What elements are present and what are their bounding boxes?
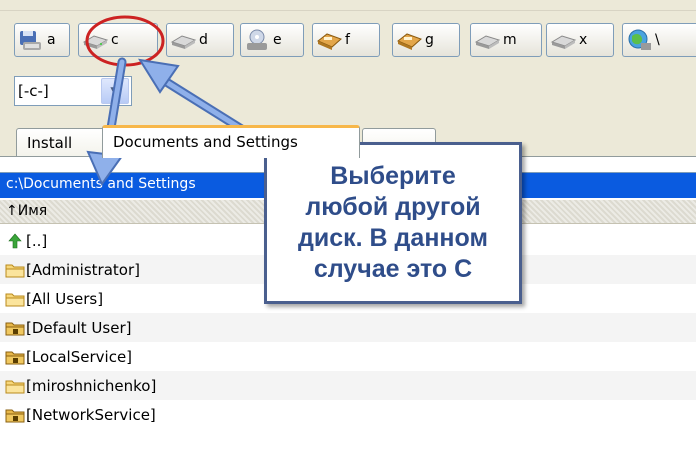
locked-folder-icon xyxy=(5,406,25,424)
drive-select[interactable]: [-c-] ▼ xyxy=(14,76,132,106)
drive-label-network: \ xyxy=(655,32,660,48)
cd-drive-icon xyxy=(243,27,271,53)
folder-icon xyxy=(5,261,25,279)
drive-label-d: d xyxy=(199,32,208,48)
folder-icon xyxy=(5,290,25,308)
hard-drive-icon xyxy=(81,27,109,53)
list-item-name: [miroshnichenko] xyxy=(26,376,157,395)
hard-drive-icon xyxy=(549,27,577,53)
floppy-drive-icon xyxy=(17,27,45,53)
list-item[interactable]: [LocalService] xyxy=(0,342,696,371)
network-icon xyxy=(625,27,653,53)
drive-label-c: c xyxy=(111,32,119,48)
list-item-name: [LocalService] xyxy=(26,347,133,366)
removable-drive-icon xyxy=(395,27,423,53)
drive-label-x: x xyxy=(579,32,588,48)
up-arrow-icon xyxy=(5,232,25,250)
list-item-name: [Default User] xyxy=(26,318,132,337)
drive-button-m[interactable]: m xyxy=(470,23,542,57)
drive-button-a[interactable]: a xyxy=(14,23,70,57)
chevron-down-icon[interactable]: ▼ xyxy=(101,78,129,104)
drive-button-g[interactable]: g xyxy=(392,23,460,57)
drive-label-g: g xyxy=(425,32,434,48)
drive-button-e[interactable]: e xyxy=(240,23,304,57)
folder-tabs: Install Documents and Settings ... xyxy=(0,118,696,158)
locked-folder-icon xyxy=(5,319,25,337)
drive-label-m: m xyxy=(503,32,517,48)
instruction-text: Выберите любой другой диск. В данном слу… xyxy=(298,162,488,283)
tab-label: Documents and Settings xyxy=(113,133,298,151)
drive-button-f[interactable]: f xyxy=(312,23,380,57)
list-item[interactable]: [NetworkService] xyxy=(0,400,696,429)
hard-drive-icon xyxy=(473,27,501,53)
list-item[interactable]: [Default User] xyxy=(0,313,696,342)
list-item-name: [..] xyxy=(26,231,48,250)
locked-folder-icon xyxy=(5,348,25,366)
drive-label-a: a xyxy=(47,32,56,48)
drive-button-network[interactable]: \ xyxy=(622,23,696,57)
drive-select-value: [-c-] xyxy=(18,82,49,100)
drive-button-d[interactable]: d xyxy=(166,23,234,57)
instruction-callout: Выберите любой другой диск. В данном слу… xyxy=(264,142,522,304)
drive-label-f: f xyxy=(345,32,350,48)
removable-drive-icon xyxy=(315,27,343,53)
drive-combo-row: [-c-] ▼ xyxy=(0,64,696,118)
drive-button-x[interactable]: x xyxy=(546,23,614,57)
tab-install[interactable]: Install xyxy=(16,128,108,158)
column-header-label: ↑Имя xyxy=(6,203,48,219)
toolbar-divider xyxy=(0,10,696,11)
list-item-name: [All Users] xyxy=(26,289,104,308)
list-item-name: [Administrator] xyxy=(26,260,140,279)
list-item[interactable]: [miroshnichenko] xyxy=(0,371,696,400)
drive-toolbar: a c d e f g m x \ xyxy=(0,0,696,64)
list-item-name: [NetworkService] xyxy=(26,405,156,424)
tab-label: Install xyxy=(27,134,73,152)
drive-button-c[interactable]: c xyxy=(78,23,158,57)
folder-icon xyxy=(5,377,25,395)
tab-documents-and-settings[interactable]: Documents and Settings xyxy=(102,125,360,158)
drive-label-e: e xyxy=(273,32,282,48)
hard-drive-icon xyxy=(169,27,197,53)
